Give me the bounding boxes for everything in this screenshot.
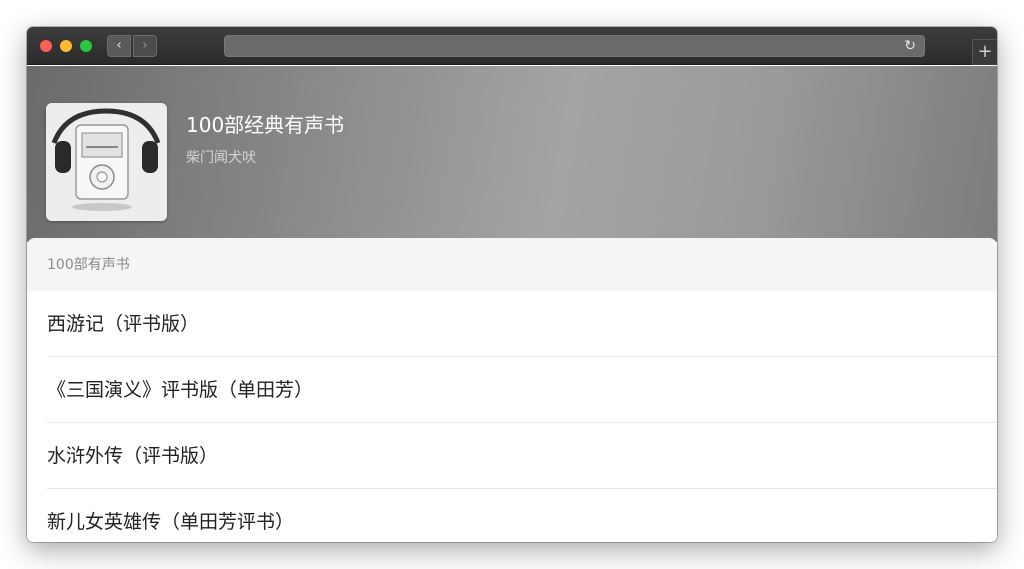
album-title: 100部经典有声书 bbox=[186, 113, 345, 137]
section-title: 100部有声书 bbox=[47, 257, 130, 273]
close-window-button[interactable] bbox=[40, 40, 52, 52]
title-bar: ‹ › ↻ + bbox=[27, 27, 997, 65]
section-header: 100部有声书 bbox=[27, 238, 997, 291]
chevron-right-icon: › bbox=[142, 38, 148, 53]
plus-icon: + bbox=[977, 41, 993, 62]
chevron-left-icon: ‹ bbox=[116, 38, 122, 53]
forward-button[interactable]: › bbox=[133, 35, 157, 57]
list-item-label: 新儿女英雄传（单田芳评书） bbox=[47, 511, 295, 533]
reload-icon[interactable]: ↻ bbox=[904, 37, 916, 55]
mp3-player-headphones-icon bbox=[46, 103, 167, 221]
address-bar[interactable]: ↻ bbox=[224, 35, 925, 57]
list-item-label: 西游记（评书版） bbox=[47, 313, 200, 335]
album-cover bbox=[46, 103, 167, 221]
minimize-window-button[interactable] bbox=[60, 40, 72, 52]
list-item-label: 《三国演义》评书版（单田芳） bbox=[47, 379, 314, 401]
list-item[interactable]: 新儿女英雄传（单田芳评书） bbox=[27, 489, 997, 542]
new-tab-button[interactable]: + bbox=[972, 39, 997, 65]
list-item[interactable]: 《三国演义》评书版（单田芳） bbox=[27, 357, 997, 423]
album-author[interactable]: 柴门闻犬吠 bbox=[186, 149, 256, 167]
list-item[interactable]: 水浒外传（评书版） bbox=[27, 423, 997, 489]
browser-window: ‹ › ↻ + 100部经典有声书 柴门闻犬吠 100部有声书 西游记（评书版）… bbox=[27, 27, 997, 542]
episode-list-panel: 100部有声书 西游记（评书版） 《三国演义》评书版（单田芳） 水浒外传（评书版… bbox=[27, 238, 997, 542]
zoom-window-button[interactable] bbox=[80, 40, 92, 52]
album-header: 100部经典有声书 柴门闻犬吠 bbox=[27, 66, 997, 242]
list-item[interactable]: 西游记（评书版） bbox=[27, 291, 997, 357]
list-item-label: 水浒外传（评书版） bbox=[47, 445, 219, 467]
back-button[interactable]: ‹ bbox=[107, 35, 131, 57]
